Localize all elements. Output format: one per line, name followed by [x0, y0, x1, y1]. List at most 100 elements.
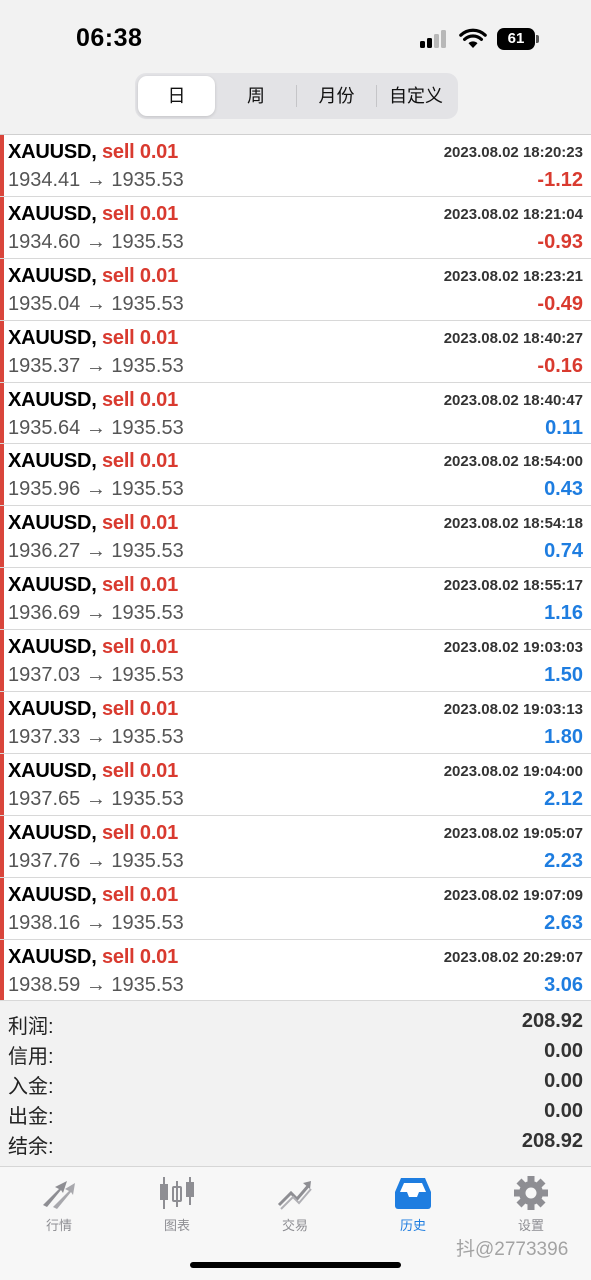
trade-symbol-text: XAUUSD,	[8, 326, 97, 349]
trade-symbol: XAUUSD, sell 0.01	[8, 265, 178, 288]
tab-label: 行情	[45, 1218, 72, 1233]
summary-label: 利润:	[8, 1016, 54, 1038]
trade-profit: -0.49	[537, 292, 583, 315]
trade-symbol: XAUUSD, sell 0.01	[8, 822, 178, 845]
trade-symbol-text: XAUUSD,	[8, 574, 97, 597]
trade-time: 2023.08.02 18:23:21	[443, 267, 583, 285]
trade-profit: 2.63	[544, 911, 583, 934]
summary-label: 信用:	[8, 1046, 54, 1068]
trade-symbol: XAUUSD, sell 0.01	[8, 636, 178, 659]
home-indicator[interactable]	[190, 1262, 401, 1268]
trade-prices: 1934.60 → 1935.53	[8, 230, 184, 253]
trade-time: 2023.08.02 19:07:09	[443, 886, 583, 904]
summary-value: 208.92	[521, 1010, 583, 1032]
trade-symbol-text: XAUUSD,	[8, 264, 97, 287]
trade-side: sell 0.01	[101, 326, 179, 349]
trade-history-list: XAUUSD, sell 0.01 2023.08.02 18:20:23 1934…	[0, 134, 591, 1002]
trade-side: sell 0.01	[101, 821, 179, 844]
trade-prices: 1936.27 → 1935.53	[8, 540, 184, 563]
summary-row: 出金: 0.00	[0, 1098, 591, 1128]
tab-chart[interactable]: 图表	[118, 1173, 236, 1243]
trade-row[interactable]: XAUUSD, sell 0.01 2023.08.02 19:03:13 1937…	[0, 692, 591, 754]
watermark: 抖@2773396	[456, 1239, 569, 1260]
tab-settings[interactable]: 设置	[472, 1173, 590, 1243]
period-segmented-control: 日 周 月份 自定义	[135, 73, 458, 119]
trade-profit: 1.50	[544, 664, 583, 687]
trade-symbol: XAUUSD, sell 0.01	[8, 760, 178, 783]
summary-label: 结余:	[8, 1136, 54, 1158]
trade-time: 2023.08.02 19:03:13	[443, 701, 583, 719]
trade-prices: 1935.04 → 1935.53	[8, 292, 184, 315]
account-summary: 利润: 208.92 信用: 0.00 入金: 0.00 出金: 0.00 结余: 208.92	[0, 1008, 591, 1158]
trade-time: 2023.08.02 20:29:07	[443, 948, 583, 966]
trade-side: sell 0.01	[101, 574, 179, 597]
tab-trade[interactable]: 交易	[236, 1173, 354, 1243]
summary-value: 208.92	[521, 1130, 583, 1152]
trade-prices: 1935.64 → 1935.53	[8, 416, 184, 439]
trade-profit: 3.06	[544, 973, 583, 996]
tab-history[interactable]: 历史	[354, 1173, 472, 1243]
summary-row: 结余: 208.92	[0, 1128, 591, 1158]
trade-row[interactable]: XAUUSD, sell 0.01 2023.08.02 19:04:00 1937…	[0, 753, 591, 816]
trade-side: sell 0.01	[101, 450, 179, 473]
summary-value: 0.00	[544, 1100, 583, 1122]
battery-level: 61	[497, 28, 535, 50]
trade-symbol-text: XAUUSD,	[8, 636, 97, 659]
trade-time: 2023.08.02 18:21:04	[443, 205, 583, 223]
trade-symbol: XAUUSD, sell 0.01	[8, 574, 178, 597]
tab-label: 交易	[281, 1218, 308, 1233]
trade-trend-icon	[277, 1181, 312, 1210]
trade-time: 2023.08.02 18:55:17	[443, 577, 583, 595]
trade-row[interactable]: XAUUSD, sell 0.01 2023.08.02 18:54:18 1936…	[0, 506, 591, 569]
trade-profit: 0.74	[544, 540, 583, 563]
trade-symbol: XAUUSD, sell 0.01	[8, 698, 178, 721]
period-tab-month[interactable]: 月份	[297, 76, 376, 116]
trade-profit: 2.23	[544, 849, 583, 872]
trade-row[interactable]: XAUUSD, sell 0.01 2023.08.02 19:07:09 1938…	[0, 877, 591, 940]
trade-symbol-text: XAUUSD,	[8, 141, 97, 163]
trade-row[interactable]: XAUUSD, sell 0.01 2023.08.02 20:29:07 1938…	[0, 939, 591, 1002]
trade-profit: 1.16	[544, 602, 583, 625]
trade-row[interactable]: XAUUSD, sell 0.01 2023.08.02 18:40:47 1935…	[0, 382, 591, 445]
trade-symbol-text: XAUUSD,	[8, 759, 97, 782]
summary-label: 入金:	[8, 1076, 54, 1098]
period-tab-week[interactable]: 周	[216, 76, 296, 116]
trade-symbol: XAUUSD, sell 0.01	[8, 327, 178, 350]
quotes-arrows-icon	[43, 1181, 75, 1209]
tab-label: 图表	[163, 1218, 190, 1233]
trade-profit: -0.93	[537, 230, 583, 253]
trade-profit: 0.43	[544, 478, 583, 501]
trade-symbol-text: XAUUSD,	[8, 388, 97, 411]
tab-quotes[interactable]: 行情	[0, 1173, 118, 1243]
trade-profit: -0.16	[537, 354, 583, 377]
trade-time: 2023.08.02 19:03:03	[443, 639, 583, 657]
gear-icon	[514, 1176, 548, 1210]
trade-time: 2023.08.02 18:54:18	[443, 515, 583, 533]
summary-label: 出金:	[8, 1106, 54, 1128]
tab-label: 历史	[399, 1218, 426, 1233]
trade-symbol-text: XAUUSD,	[8, 512, 97, 535]
tab-label: 设置	[517, 1218, 544, 1233]
trade-symbol-text: XAUUSD,	[8, 945, 97, 968]
history-inbox-icon	[395, 1178, 431, 1209]
trade-prices: 1937.65 → 1935.53	[8, 787, 184, 810]
trade-row[interactable]: XAUUSD, sell 0.01 2023.08.02 18:21:04 1934…	[0, 196, 591, 259]
trade-symbol-text: XAUUSD,	[8, 450, 97, 473]
period-tab-custom[interactable]: 自定义	[377, 76, 455, 116]
trade-time: 2023.08.02 18:40:47	[443, 391, 583, 409]
trade-prices: 1937.33 → 1935.53	[8, 726, 184, 749]
trade-row[interactable]: XAUUSD, sell 0.01 2023.08.02 18:54:00 1935…	[0, 444, 591, 507]
wifi-icon	[459, 28, 487, 48]
trade-side: sell 0.01	[101, 202, 179, 225]
trade-time: 2023.08.02 18:54:00	[443, 453, 583, 471]
trade-row[interactable]: XAUUSD, sell 0.01 2023.08.02 19:05:07 1937…	[0, 815, 591, 878]
trade-row[interactable]: XAUUSD, sell 0.01 2023.08.02 18:23:21 1935…	[0, 258, 591, 321]
trade-row[interactable]: XAUUSD, sell 0.01 2023.08.02 18:20:23 1934…	[0, 135, 591, 197]
trade-row[interactable]: XAUUSD, sell 0.01 2023.08.02 18:40:27 1935…	[0, 320, 591, 383]
trade-side: sell 0.01	[101, 945, 179, 968]
trade-row[interactable]: XAUUSD, sell 0.01 2023.08.02 18:55:17 1936…	[0, 568, 591, 631]
trade-row[interactable]: XAUUSD, sell 0.01 2023.08.02 19:03:03 1937…	[0, 630, 591, 693]
period-tab-day[interactable]: 日	[138, 76, 215, 116]
summary-value: 0.00	[544, 1040, 583, 1062]
trade-side: sell 0.01	[101, 388, 179, 411]
